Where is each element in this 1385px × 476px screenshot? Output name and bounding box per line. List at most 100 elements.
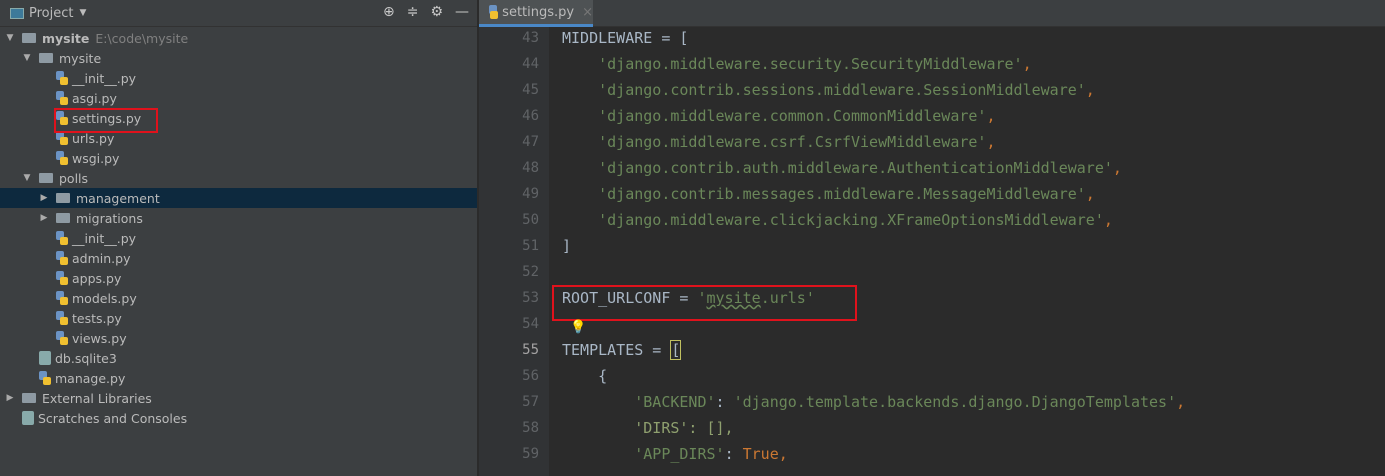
py-icon	[56, 251, 68, 265]
py-icon	[56, 271, 68, 285]
python-file-icon	[489, 5, 499, 19]
code-line[interactable]: 'django.middleware.common.CommonMiddlewa…	[562, 107, 995, 125]
collapsed-arrow-icon[interactable]: ▶	[38, 213, 50, 223]
tree-item-label: admin.py	[72, 250, 131, 266]
py-icon	[56, 331, 68, 345]
tree-item-label: models.py	[72, 290, 137, 306]
project-panel: Project ▼ ⊕ ≑ ⚙ — ▼ mysite E:\code\mysite ▼…	[0, 0, 478, 476]
highlight-box	[54, 108, 158, 133]
line-number: 50	[522, 212, 539, 228]
tree-item-label: __init__.py	[72, 230, 137, 246]
tree-item[interactable]: __init__.py	[0, 228, 477, 248]
chevron-down-icon[interactable]: ▼	[79, 8, 86, 18]
collapsed-arrow-icon[interactable]: ▶	[38, 193, 50, 203]
line-number: 48	[522, 160, 539, 176]
tree-item[interactable]: ▶ External Libraries	[0, 388, 477, 408]
folder-icon	[56, 193, 70, 203]
folder-icon	[39, 173, 53, 183]
lightbulb-icon[interactable]: 💡	[570, 320, 586, 335]
tree-item[interactable]: manage.py	[0, 368, 477, 388]
highlight-box	[552, 285, 857, 321]
tree-item-label: __init__.py	[72, 70, 137, 86]
code-line[interactable]: MIDDLEWARE = [	[562, 29, 688, 47]
project-panel-header: Project ▼ ⊕ ≑ ⚙ —	[0, 0, 477, 27]
tree-item[interactable]: models.py	[0, 288, 477, 308]
gear-icon[interactable]: ⚙	[430, 4, 443, 20]
tree-item[interactable]: ▼ mysite	[0, 48, 477, 68]
code-line[interactable]: 'django.middleware.clickjacking.XFrameOp…	[562, 211, 1113, 229]
locate-icon[interactable]: ⊕	[383, 4, 395, 20]
tree-item-label: manage.py	[55, 370, 126, 386]
line-number: 57	[522, 394, 539, 410]
py-icon	[56, 311, 68, 325]
tree-item[interactable]: wsgi.py	[0, 148, 477, 168]
lib-icon	[22, 393, 36, 403]
line-number: 44	[522, 56, 539, 72]
tree-item-label: management	[76, 190, 160, 206]
tree-item[interactable]: admin.py	[0, 248, 477, 268]
code-line[interactable]: 'django.contrib.auth.middleware.Authenti…	[562, 159, 1122, 177]
tree-item-label: mysite	[42, 30, 90, 46]
line-number: 53	[522, 290, 539, 306]
tree-item[interactable]: tests.py	[0, 308, 477, 328]
project-path: E:\code\mysite	[95, 30, 189, 46]
expanded-arrow-icon[interactable]: ▼	[4, 33, 16, 43]
tree-item[interactable]: ▶ management	[0, 188, 477, 208]
folder-icon	[56, 213, 70, 223]
tree-item[interactable]: views.py	[0, 328, 477, 348]
line-number: 58	[522, 420, 539, 436]
tree-item-label: mysite	[59, 50, 102, 66]
line-number: 51	[522, 238, 539, 254]
line-number: 49	[522, 186, 539, 202]
tree-item[interactable]: __init__.py	[0, 68, 477, 88]
db-icon	[39, 351, 51, 365]
code-line[interactable]: 'django.contrib.messages.middleware.Mess…	[562, 185, 1095, 203]
line-number: 56	[522, 368, 539, 384]
py-icon	[56, 291, 68, 305]
code-line[interactable]: 'django.middleware.security.SecurityMidd…	[562, 55, 1031, 73]
tree-item-label: migrations	[76, 210, 143, 226]
tree-item[interactable]: Scratches and Consoles	[0, 408, 477, 428]
line-number: 54	[522, 316, 539, 332]
editor-tabs: settings.py ×	[479, 0, 1385, 27]
py-icon	[39, 371, 51, 385]
project-icon	[10, 7, 24, 19]
py-icon	[56, 131, 68, 145]
line-number: 59	[522, 446, 539, 462]
tab-settings-py[interactable]: settings.py ×	[479, 0, 593, 27]
py-icon	[56, 151, 68, 165]
tree-item-label: Scratches and Consoles	[38, 410, 188, 426]
collapse-all-icon[interactable]: ≑	[407, 4, 419, 20]
line-number: 52	[522, 264, 539, 280]
tree-item-label: views.py	[72, 330, 127, 346]
line-number: 45	[522, 82, 539, 98]
py-icon	[56, 71, 68, 85]
collapsed-arrow-icon[interactable]: ▶	[4, 393, 16, 403]
minimize-icon[interactable]: —	[455, 4, 469, 20]
close-icon[interactable]: ×	[582, 5, 593, 20]
tree-item-label: tests.py	[72, 310, 122, 326]
expanded-arrow-icon[interactable]: ▼	[21, 53, 33, 63]
tree-item[interactable]: ▶ migrations	[0, 208, 477, 228]
code-line[interactable]: 'APP_DIRS': True,	[562, 445, 788, 463]
project-view-dropdown[interactable]: Project	[29, 6, 73, 21]
tree-item[interactable]: apps.py	[0, 268, 477, 288]
tree-item[interactable]: ▼ mysite E:\code\mysite	[0, 28, 477, 48]
expanded-arrow-icon[interactable]: ▼	[21, 173, 33, 183]
line-number: 47	[522, 134, 539, 150]
code-line[interactable]: 'django.contrib.sessions.middleware.Sess…	[562, 81, 1095, 99]
line-number: 46	[522, 108, 539, 124]
tree-item-label: db.sqlite3	[55, 350, 117, 366]
tree-item-label: apps.py	[72, 270, 122, 286]
tree-item[interactable]: db.sqlite3	[0, 348, 477, 368]
tree-item[interactable]: ▼ polls	[0, 168, 477, 188]
folder-icon	[39, 53, 53, 63]
code-line[interactable]: 'DIRS': [],	[562, 419, 733, 437]
tree-item-label: wsgi.py	[72, 150, 120, 166]
tree-item[interactable]: asgi.py	[0, 88, 477, 108]
code-line[interactable]: 'BACKEND': 'django.template.backends.dja…	[562, 393, 1185, 411]
code-line[interactable]: 'django.middleware.csrf.CsrfViewMiddlewa…	[562, 133, 995, 151]
code-line[interactable]: TEMPLATES = [	[562, 340, 682, 360]
code-line[interactable]: {	[562, 367, 607, 385]
code-line[interactable]: ]	[562, 237, 571, 255]
